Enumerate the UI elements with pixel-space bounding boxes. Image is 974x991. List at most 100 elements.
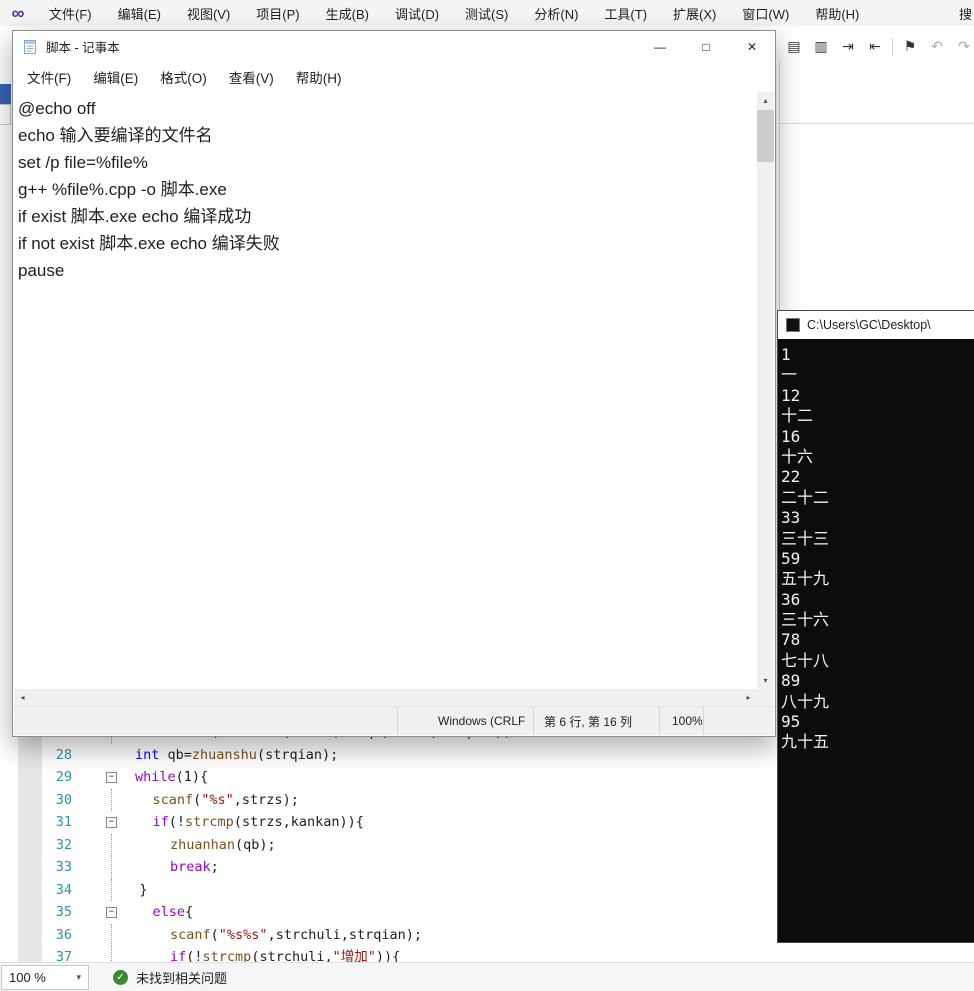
code-line[interactable]: 30 scanf("%s",strzs); (0, 788, 777, 811)
code-line[interactable]: 35− else{ (0, 901, 777, 924)
scroll-left-icon[interactable]: ◂ (14, 689, 31, 706)
document-columns-icon[interactable]: ▥ (811, 38, 831, 55)
code-token: } (139, 881, 148, 898)
editor-left-pad (0, 743, 18, 766)
vs-menu-item[interactable]: 视图(V) (174, 0, 243, 26)
breakpoint-margin[interactable] (18, 923, 42, 946)
breakpoint-margin[interactable] (18, 856, 42, 879)
editor-left-pad (0, 878, 18, 901)
scroll-right-icon[interactable]: ▸ (740, 689, 757, 706)
console-window: C:\Users\GC\Desktop\ 1 一 12 十二 16 十六 22 二十二 33 三十… (777, 310, 974, 943)
toggle-bookmark-icon[interactable]: ⚑ (900, 38, 920, 55)
console-line: 一 (781, 365, 798, 385)
horizontal-scrollbar[interactable]: ◂ ▸ (14, 689, 757, 706)
fold-guide-line (111, 878, 112, 901)
vs-menu-item[interactable]: 文件(F) (36, 0, 105, 26)
breakpoint-margin[interactable] (18, 743, 42, 766)
code-line[interactable]: 29− while(1){ (0, 766, 777, 789)
indent-increase-icon[interactable]: ⇥ (838, 38, 858, 55)
notepad-menu-item[interactable]: 编辑(E) (93, 67, 138, 87)
status-cell: Windows (CRLF (397, 707, 533, 735)
code-line[interactable]: 31− if(!strcmp(strzs,kankan)){ (0, 811, 777, 834)
notepad-menu-item[interactable]: 格式(O) (160, 67, 207, 87)
close-button[interactable]: ✕ (729, 31, 775, 62)
code-line[interactable]: 33 break; (0, 856, 777, 879)
vs-menu-item[interactable]: 分析(N) (521, 0, 591, 26)
notepad-menu-item[interactable]: 文件(F) (27, 67, 71, 87)
code-health-indicator[interactable]: ✓ 未找到相关问题 (113, 968, 227, 987)
code-editor-lines: 27scanf("%s%s%s",strzl,strqb,strzd,strqi… (0, 721, 777, 962)
outline-margin: − (100, 811, 123, 834)
vs-menu-item[interactable]: 测试(S) (452, 0, 521, 26)
vs-menu-item[interactable]: 调试(D) (382, 0, 452, 26)
line-number: 35 (55, 904, 72, 920)
no-issues-check-icon: ✓ (113, 969, 128, 985)
code-line[interactable]: 28 int qb=zhuanshu(strqian); (0, 743, 777, 767)
editor-left-pad (0, 946, 18, 962)
document-outline-icon[interactable]: ▤ (784, 38, 804, 55)
code-line[interactable]: 36 scanf("%s%s",strchuli,strqian); (0, 923, 777, 946)
code-text: zhuanhan(qb); (123, 834, 276, 857)
vs-menu-item[interactable]: 生成(B) (313, 0, 382, 26)
breakpoint-margin[interactable] (18, 811, 42, 834)
console-line: 78 (781, 630, 801, 650)
code-text: int qb=zhuanshu(strqian); (123, 744, 338, 767)
breakpoint-margin[interactable] (18, 833, 42, 856)
editor-left-pad (0, 901, 18, 924)
notepad-statusbar: Windows (CRLF 第 6 行, 第 16 列 100% (14, 706, 774, 735)
console-output[interactable]: 1 一 12 十二 16 十六 22 二十二 33 三十三 59 五十九 36 三十六 78 七十八 89 八十九… (778, 339, 974, 942)
code-token: strcmp (185, 814, 234, 830)
line-number: 32 (55, 836, 72, 853)
code-token: ,strchuli,strqian); (267, 926, 422, 943)
scrollbar-thumb[interactable] (757, 110, 774, 162)
code-line[interactable]: 34} (0, 878, 777, 902)
maximize-button[interactable]: □ (683, 31, 729, 62)
console-titlebar[interactable]: C:\Users\GC\Desktop\ (778, 311, 974, 339)
vs-menu-item[interactable]: 工具(T) (591, 0, 660, 26)
code-text: break; (123, 856, 219, 879)
vs-menu-item[interactable]: 项目(P) (243, 0, 312, 26)
code-token: ; (210, 859, 219, 875)
notepad-menu-item[interactable]: 查看(V) (229, 67, 274, 87)
code-token: qb= (159, 746, 192, 763)
notepad-text-area[interactable]: @echo off echo 输入要编译的文件名 set /p file=%file… (14, 92, 757, 689)
scroll-down-icon[interactable]: ▾ (757, 672, 774, 689)
breakpoint-margin[interactable] (18, 788, 42, 811)
console-line: 三十三 (781, 528, 830, 548)
notepad-line: pause (18, 261, 65, 280)
scroll-up-icon[interactable]: ▴ (757, 92, 774, 109)
notepad-menu-item[interactable]: 帮助(H) (296, 67, 342, 87)
code-line[interactable]: 32 zhuanhan(qb); (0, 833, 777, 857)
line-number: 37 (55, 949, 72, 962)
console-line: 八十九 (781, 691, 830, 711)
vs-menu-item[interactable]: 编辑(E) (105, 0, 174, 26)
notepad-line: if exist 脚本.exe echo 编译成功 (18, 207, 252, 226)
vs-bottom-bar: 100 % ▾ ✓ 未找到相关问题 (0, 962, 974, 991)
vs-menu-item[interactable]: 扩展(X) (660, 0, 729, 26)
code-text: } (123, 879, 148, 902)
notepad-menubar: 文件(F) 编辑(E) 格式(O) 查看(V) 帮助(H) (13, 62, 775, 92)
outline-margin (100, 833, 123, 856)
zoom-select[interactable]: 100 % ▾ (1, 964, 89, 990)
vs-menu-item[interactable]: 窗口(W) (729, 0, 802, 26)
vertical-scrollbar[interactable]: ▴ ▾ (757, 92, 774, 689)
code-editor[interactable]: 27scanf("%s%s%s",strzl,strqb,strzd,strqi… (0, 721, 777, 962)
breakpoint-margin[interactable] (18, 766, 42, 789)
indent-decrease-icon[interactable]: ⇤ (865, 38, 885, 55)
fold-collapse-icon[interactable]: − (106, 816, 117, 828)
notepad-line: @echo off (18, 99, 96, 118)
fold-collapse-icon[interactable]: − (106, 771, 117, 783)
code-token: if (170, 949, 187, 962)
notepad-window: 脚本 - 记事本 — □ ✕ 文件(F) 编辑(E) 格式(O) 查看(V) 帮助(H) @… (12, 30, 776, 737)
code-line[interactable]: 37 if(!strcmp(strchuli,"增加")){ (0, 946, 777, 962)
notepad-window-controls: — □ ✕ (637, 31, 775, 62)
breakpoint-margin[interactable] (18, 878, 42, 901)
fold-collapse-icon[interactable]: − (106, 906, 117, 918)
code-token: ,strzs); (233, 791, 299, 808)
minimize-button[interactable]: — (637, 31, 683, 62)
vs-menu-item[interactable]: 帮助(H) (802, 0, 872, 26)
notepad-titlebar[interactable]: 脚本 - 记事本 — □ ✕ (13, 31, 775, 62)
breakpoint-margin[interactable] (18, 901, 42, 924)
breakpoint-margin[interactable] (18, 946, 42, 962)
vs-search-box[interactable]: 搜 (959, 4, 974, 23)
